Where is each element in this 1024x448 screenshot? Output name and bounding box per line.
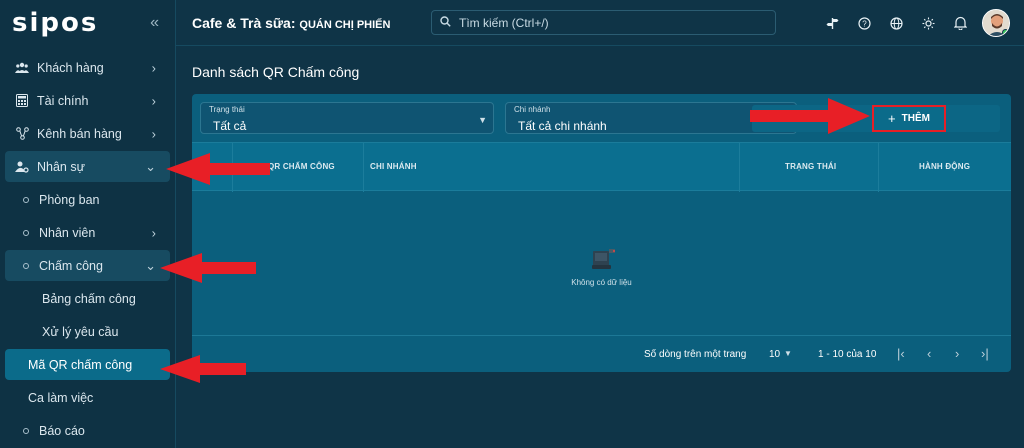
topbar-actions: ?	[816, 8, 1010, 38]
column-header-branch[interactable]: CHI NHÁNH	[370, 162, 417, 171]
column-header-status[interactable]: TRẠNG THÁI	[785, 162, 836, 171]
search-input[interactable]	[459, 15, 759, 30]
sidebar-item-bao-cao[interactable]: Báo cáo	[5, 415, 170, 446]
sidebar-item-label: Chấm công	[39, 258, 103, 273]
circle-bullet-icon	[23, 262, 29, 269]
logo: sipos	[12, 8, 99, 38]
status-filter-label: Trạng thái	[209, 105, 245, 114]
circle-bullet-icon	[23, 229, 29, 236]
sidebar-item-nhan-vien[interactable]: Nhân viên ›	[5, 217, 170, 248]
pagination-range: 1 - 10 của 10	[818, 349, 877, 360]
collapse-sidebar-icon[interactable]: «	[150, 14, 159, 32]
sidebar-item-label: Nhân sự	[37, 159, 85, 174]
chevron-right-icon: ›	[151, 60, 156, 75]
help-icon[interactable]: ?	[848, 8, 880, 38]
sidebar-item-label: Mã QR chấm công	[28, 357, 133, 372]
circle-bullet-icon	[23, 427, 29, 434]
branch-filter-label: Chi nhánh	[514, 105, 551, 114]
rows-per-page-select[interactable]: 10	[769, 349, 780, 360]
caret-down-icon[interactable]: ▼	[784, 349, 792, 358]
chevron-down-icon: ⌄	[145, 257, 156, 273]
sidebar-item-tai-chinh[interactable]: Tài chính ›	[5, 85, 170, 116]
column-divider	[363, 143, 364, 192]
annotation-arrow-cham-cong	[160, 253, 256, 283]
sidebar-item-xu-ly-yeu-cau[interactable]: Xử lý yêu cầu	[5, 316, 170, 347]
chevron-right-icon: ›	[151, 93, 156, 108]
svg-text:?: ?	[862, 19, 867, 28]
chevron-right-icon: ›	[151, 126, 156, 141]
rows-per-page-label: Số dòng trên một trang	[644, 349, 747, 360]
sidebar-item-phong-ban[interactable]: Phòng ban	[5, 184, 170, 215]
users-icon	[15, 61, 29, 75]
annotation-arrow-add	[750, 98, 870, 134]
sidebar-item-label: Nhân viên	[39, 225, 96, 240]
header-title: Cafe & Trà sữa:	[192, 14, 300, 31]
sidebar-item-khach-hang[interactable]: Khách hàng ›	[5, 52, 170, 83]
search-box[interactable]	[431, 10, 776, 35]
sidebar-item-kenh-ban-hang[interactable]: Kênh bán hàng ›	[5, 118, 170, 149]
first-page-icon[interactable]: |‹	[897, 346, 905, 361]
sidebar-nav: Khách hàng › Tài chính › Kênh bán hàng ›…	[0, 46, 175, 448]
shop-name: QUÁN CHỊ PHIẾN	[299, 18, 391, 31]
column-header-actions: HÀNH ĐỘNG	[919, 162, 971, 171]
add-button-label: THÊM	[901, 113, 930, 124]
online-status-dot	[1002, 29, 1009, 36]
search-icon	[440, 15, 451, 30]
chevron-down-icon: ⌄	[145, 158, 156, 174]
sidebar: sipos « Khách hàng › Tài chính › Kênh bá…	[0, 0, 176, 448]
next-page-icon[interactable]: ›	[955, 346, 959, 361]
sidebar-item-ma-qr-cham-cong[interactable]: Mã QR chấm công	[5, 349, 170, 380]
user-cog-icon	[15, 160, 29, 174]
empty-state-text: Không có dữ liệu	[571, 278, 632, 287]
last-page-icon[interactable]: ›|	[981, 346, 989, 361]
sidebar-item-label: Xử lý yêu cầu	[42, 324, 119, 339]
sidebar-item-label: Phòng ban	[39, 192, 100, 207]
page-title: Danh sách QR Chấm công	[192, 64, 360, 80]
circle-bullet-icon	[23, 196, 29, 203]
pagination: Số dòng trên một trang 10 ▼ 1 - 10 của 1…	[192, 335, 1011, 372]
sidebar-item-bang-cham-cong[interactable]: Bảng chấm công	[5, 283, 170, 314]
share-network-icon	[15, 127, 29, 141]
column-divider	[878, 143, 879, 192]
column-divider	[739, 143, 740, 192]
table-header: QR CHẤM CÔNG CHI NHÁNH TRẠNG THÁI HÀNH Đ…	[192, 142, 1011, 192]
qr-list-card: Trạng thái Tất cả ▼ Chi nhánh Tất cả chi…	[192, 94, 1011, 372]
sun-icon[interactable]	[912, 8, 944, 38]
sidebar-item-nhan-su[interactable]: Nhân sự ⌄	[5, 151, 170, 182]
sidebar-item-label: Bảng chấm công	[42, 291, 136, 306]
annotation-arrow-ma-qr	[160, 355, 246, 383]
caret-down-icon: ▼	[478, 115, 487, 125]
page-header-title: Cafe & Trà sữa: QUÁN CHỊ PHIẾN	[192, 15, 430, 31]
sidebar-item-label: Kênh bán hàng	[37, 126, 122, 141]
status-filter[interactable]: Trạng thái Tất cả ▼	[200, 102, 494, 134]
add-button[interactable]: + THÊM	[872, 105, 946, 132]
sidebar-item-label: Ca làm việc	[28, 390, 94, 405]
sidebar-item-label: Khách hàng	[37, 60, 104, 75]
signpost-icon[interactable]	[816, 8, 848, 38]
empty-box-icon	[592, 249, 615, 269]
annotation-arrow-nhan-su	[166, 153, 270, 185]
sidebar-item-label: Tài chính	[37, 93, 89, 108]
chevron-right-icon: ›	[151, 225, 156, 240]
prev-page-icon[interactable]: ‹	[927, 346, 931, 361]
bell-icon[interactable]	[944, 8, 976, 38]
empty-state: Không có dữ liệu	[192, 192, 1011, 335]
avatar[interactable]	[982, 9, 1010, 37]
status-filter-value: Tất cả	[213, 119, 247, 133]
calculator-icon	[15, 94, 29, 108]
plus-icon: +	[888, 111, 896, 126]
branch-filter-value: Tất cả chi nhánh	[518, 119, 607, 133]
globe-icon[interactable]	[880, 8, 912, 38]
topbar: Cafe & Trà sữa: QUÁN CHỊ PHIẾN ?	[176, 0, 1024, 46]
logo-row: sipos «	[0, 0, 175, 46]
sidebar-item-label: Báo cáo	[39, 423, 85, 438]
column-header-qr[interactable]: QR CHẤM CÔNG	[268, 162, 335, 171]
sidebar-item-cham-cong[interactable]: Chấm công ⌄	[5, 250, 170, 281]
sidebar-item-ca-lam-viec[interactable]: Ca làm việc	[5, 382, 170, 413]
